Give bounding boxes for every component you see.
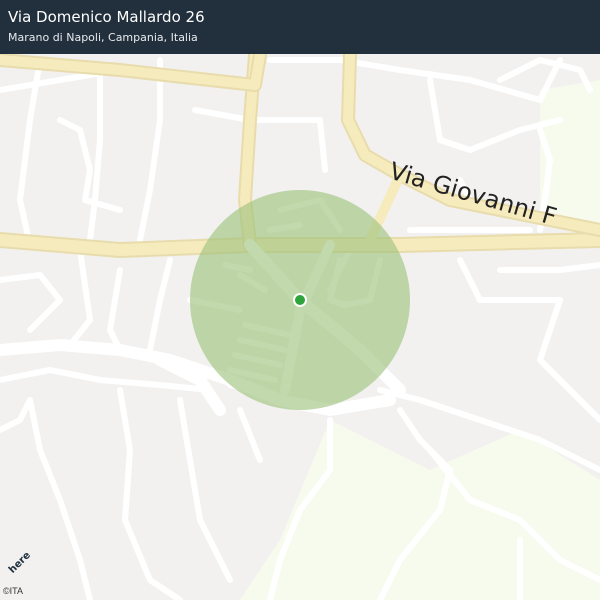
address-locality: Marano di Napoli, Campania, Italia bbox=[8, 31, 198, 44]
address-title: Via Domenico Mallardo 26 bbox=[8, 8, 205, 26]
location-dot bbox=[295, 295, 305, 305]
copyright-text: ©ITA bbox=[3, 586, 23, 596]
address-header: Via Domenico Mallardo 26 Marano di Napol… bbox=[0, 0, 600, 54]
map-canvas[interactable]: Via Giovanni F omo bbox=[0, 0, 600, 600]
